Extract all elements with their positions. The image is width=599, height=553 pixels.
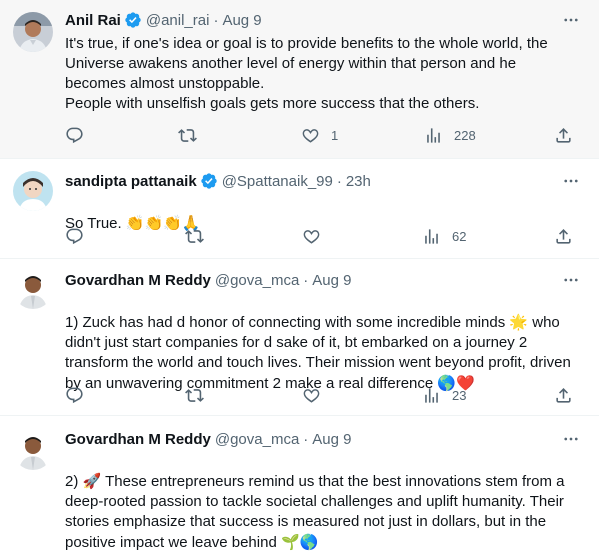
seedling-globe-emoji: 🌱🌎 bbox=[280, 533, 319, 551]
tweet-card[interactable]: Govardhan M Reddy @gova_mca · Aug 9 1) Z… bbox=[0, 259, 599, 415]
timestamp[interactable]: Aug 9 bbox=[222, 12, 261, 29]
avatar[interactable] bbox=[13, 430, 53, 470]
separator-dot: · bbox=[303, 271, 309, 289]
reply-icon bbox=[65, 126, 84, 145]
like-icon bbox=[302, 227, 321, 246]
tweet-text-part: 2) bbox=[65, 473, 83, 490]
like-button[interactable] bbox=[302, 385, 332, 405]
verified-badge-icon bbox=[200, 172, 218, 190]
tweet-text: It's true, if one's idea or goal is to p… bbox=[65, 35, 548, 112]
action-bar: 62 bbox=[65, 226, 580, 246]
reply-button[interactable] bbox=[65, 125, 95, 145]
share-icon bbox=[554, 227, 573, 246]
separator-dot: · bbox=[303, 430, 309, 448]
share-button[interactable] bbox=[554, 226, 573, 246]
avatar[interactable] bbox=[13, 12, 53, 52]
retweet-icon bbox=[185, 386, 204, 405]
author-name[interactable]: Govardhan M Reddy bbox=[65, 272, 211, 289]
action-bar: 1 228 bbox=[65, 125, 580, 145]
views-button[interactable]: 62 bbox=[422, 226, 466, 246]
avatar[interactable] bbox=[13, 171, 53, 211]
tweet-text-part: 1) Zuck has had d honor of connecting wi… bbox=[65, 314, 510, 331]
tweet-header: Govardhan M Reddy @gova_mca · Aug 9 bbox=[65, 429, 559, 449]
tweet-card[interactable]: sandipta pattanaik @Spattanaik_99 · 23h … bbox=[0, 159, 599, 258]
avatar[interactable] bbox=[13, 269, 53, 309]
views-button[interactable]: 23 bbox=[422, 385, 466, 405]
action-bar: 23 bbox=[65, 385, 580, 405]
author-name[interactable]: Govardhan M Reddy bbox=[65, 431, 211, 448]
like-button[interactable]: 1 bbox=[301, 125, 338, 145]
retweet-button[interactable] bbox=[185, 385, 215, 405]
tweet-header: sandipta pattanaik @Spattanaik_99 · 23h bbox=[65, 171, 559, 191]
retweet-button[interactable] bbox=[178, 125, 208, 145]
views-icon bbox=[424, 126, 443, 145]
tweet-card[interactable]: Anil Rai @anil_rai · Aug 9 It's true, if… bbox=[0, 0, 599, 158]
author-handle[interactable]: @anil_rai bbox=[146, 12, 210, 29]
separator-dot: · bbox=[336, 172, 342, 190]
author-name[interactable]: Anil Rai bbox=[65, 12, 121, 29]
author-handle[interactable]: @gova_mca bbox=[215, 272, 299, 289]
verified-badge-icon bbox=[124, 11, 142, 29]
share-button[interactable] bbox=[554, 385, 573, 405]
views-count: 62 bbox=[452, 228, 467, 244]
tweet-header: Govardhan M Reddy @gova_mca · Aug 9 bbox=[65, 270, 559, 290]
reply-icon bbox=[65, 386, 84, 405]
separator-dot: · bbox=[213, 11, 219, 29]
reply-button[interactable] bbox=[65, 226, 95, 246]
more-icon[interactable] bbox=[561, 171, 581, 191]
timestamp[interactable]: Aug 9 bbox=[312, 431, 351, 448]
like-icon bbox=[302, 386, 321, 405]
like-count: 1 bbox=[331, 127, 339, 143]
retweet-button[interactable] bbox=[185, 226, 215, 246]
tweet-text: 2) 🚀 These entrepreneurs remind us that … bbox=[65, 451, 580, 553]
tweet-header: Anil Rai @anil_rai · Aug 9 bbox=[65, 10, 559, 30]
timestamp[interactable]: Aug 9 bbox=[312, 272, 351, 289]
author-handle[interactable]: @Spattanaik_99 bbox=[222, 173, 333, 190]
like-button[interactable] bbox=[302, 226, 332, 246]
more-icon[interactable] bbox=[561, 270, 581, 290]
views-icon bbox=[422, 227, 441, 246]
rocket-emoji: 🚀 bbox=[82, 472, 102, 490]
views-button[interactable]: 228 bbox=[424, 125, 476, 145]
views-count: 228 bbox=[454, 127, 476, 143]
like-icon bbox=[301, 126, 320, 145]
share-icon bbox=[554, 126, 573, 145]
more-icon[interactable] bbox=[561, 10, 581, 30]
retweet-icon bbox=[178, 126, 197, 145]
reply-button[interactable] bbox=[65, 385, 95, 405]
tweet-card[interactable]: Govardhan M Reddy @gova_mca · Aug 9 2) 🚀… bbox=[0, 416, 599, 551]
views-count: 23 bbox=[452, 387, 467, 403]
tweet-text: 1) Zuck has had d honor of connecting wi… bbox=[65, 292, 580, 394]
retweet-icon bbox=[185, 227, 204, 246]
reply-icon bbox=[65, 227, 84, 246]
more-icon[interactable] bbox=[561, 429, 581, 449]
share-button[interactable] bbox=[554, 125, 573, 145]
share-icon bbox=[554, 386, 573, 405]
author-handle[interactable]: @gova_mca bbox=[215, 431, 299, 448]
star-emoji: 🌟 bbox=[509, 313, 529, 331]
timestamp[interactable]: 23h bbox=[346, 173, 371, 190]
views-icon bbox=[422, 386, 441, 405]
author-name[interactable]: sandipta pattanaik bbox=[65, 173, 197, 190]
